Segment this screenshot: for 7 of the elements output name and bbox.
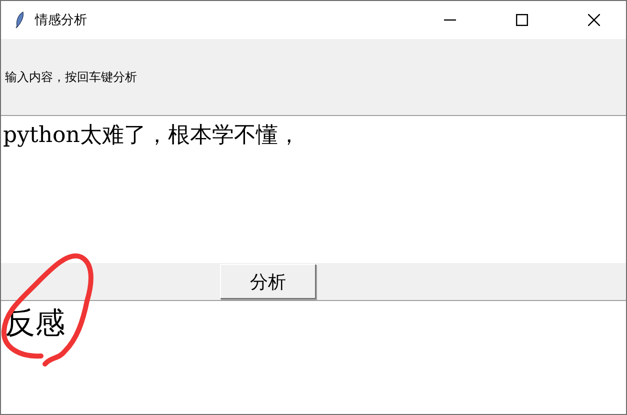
close-icon[interactable]: [588, 14, 600, 26]
feather-icon: [15, 11, 25, 29]
result-text: 反感: [5, 305, 65, 343]
window-title: 情感分析: [35, 12, 87, 29]
analyze-button[interactable]: 分析: [220, 264, 316, 299]
prompt-label: 输入内容，按回车键分析: [5, 68, 137, 86]
maximize-icon[interactable]: [516, 14, 528, 26]
